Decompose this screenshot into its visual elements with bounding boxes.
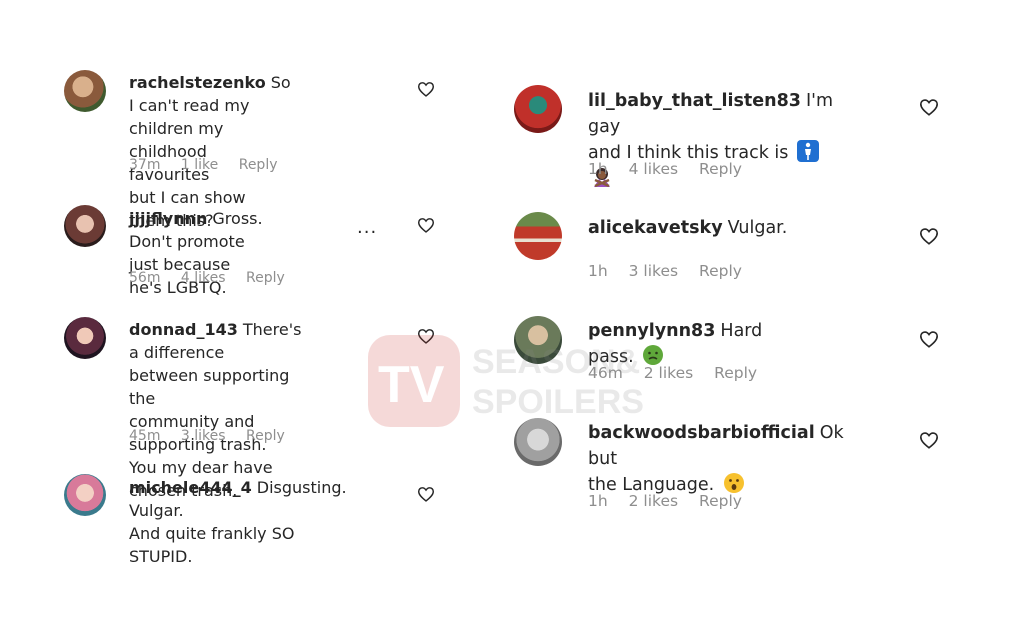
avatar[interactable]: [514, 212, 562, 260]
comment-text: Vulgar.: [727, 218, 788, 238]
timestamp: 1h: [588, 262, 608, 280]
likes-count[interactable]: 1 like: [181, 157, 218, 173]
timestamp: 37m: [129, 157, 161, 173]
watermark-line: SPOILERS: [472, 383, 644, 421]
reply-button[interactable]: Reply: [714, 364, 757, 382]
timestamp: 45m: [129, 428, 161, 444]
tv-season-spoilers-watermark: TV SEASON& SPOILERS: [368, 335, 658, 435]
like-heart-icon[interactable]: [919, 431, 939, 449]
watermark-line: SEASON&: [472, 343, 641, 381]
like-heart-icon[interactable]: [417, 81, 435, 97]
avatar[interactable]: [64, 205, 106, 247]
avatar[interactable]: [514, 85, 562, 133]
reply-button[interactable]: Reply: [246, 270, 285, 286]
likes-count[interactable]: 3 likes: [181, 428, 226, 444]
tv-logo-text: TV: [378, 356, 445, 414]
username[interactable]: alicekavetsky: [588, 218, 723, 238]
username[interactable]: michele444_4: [129, 478, 252, 497]
timestamp: 1h: [588, 160, 608, 178]
likes-count[interactable]: 3 likes: [629, 262, 678, 280]
tv-logo: TV: [368, 335, 460, 427]
likes-count[interactable]: 2 likes: [629, 492, 678, 510]
username[interactable]: rachelstezenko: [129, 73, 266, 92]
reply-button[interactable]: Reply: [246, 428, 285, 444]
comment-text: And quite frankly SO STUPID.: [129, 524, 295, 566]
comment-text: children my childhood favourites: [129, 119, 224, 184]
restroom-sign-emoji: [796, 140, 819, 162]
reply-button[interactable]: Reply: [699, 262, 742, 280]
username[interactable]: lil_baby_that_listen83: [588, 91, 801, 111]
reply-button[interactable]: Reply: [699, 492, 742, 510]
likes-count[interactable]: 4 likes: [181, 270, 226, 286]
timestamp: 1h: [588, 492, 608, 510]
timestamp: 56m: [129, 270, 161, 286]
like-heart-icon[interactable]: [919, 227, 939, 245]
like-heart-icon[interactable]: [919, 98, 939, 116]
like-heart-icon[interactable]: [417, 217, 435, 233]
astonished-face-emoji: [723, 472, 745, 494]
username[interactable]: donnad_143: [129, 320, 238, 339]
reply-button[interactable]: Reply: [239, 157, 278, 173]
like-heart-icon[interactable]: [417, 486, 435, 502]
username[interactable]: jjjjflynnn: [129, 209, 207, 228]
likes-count[interactable]: 4 likes: [629, 160, 678, 178]
avatar[interactable]: [64, 317, 106, 359]
reply-button[interactable]: Reply: [699, 160, 742, 178]
like-heart-icon[interactable]: [919, 330, 939, 348]
comment-text: between supporting the: [129, 366, 290, 408]
more-options-button[interactable]: ...: [357, 217, 377, 238]
avatar[interactable]: [64, 474, 106, 516]
avatar[interactable]: [64, 70, 106, 112]
